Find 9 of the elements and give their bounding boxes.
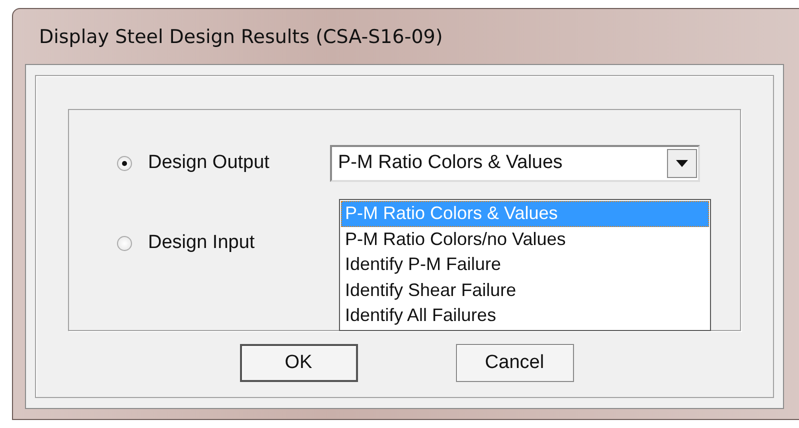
radio-button[interactable] [117,236,132,250]
radio-button[interactable] [117,156,132,170]
dropdown[interactable]: P-M Ratio Colors & Values [330,144,700,182]
radio-label: Design Output [148,152,270,174]
cancel-button[interactable]: Cancel [456,344,574,382]
ok-button[interactable]: OK [240,344,358,382]
radio-label: Design Input [148,232,256,254]
caret-icon [676,160,688,166]
window-title: Display Steel Design Results (CSA-S16-09) [38,24,444,50]
